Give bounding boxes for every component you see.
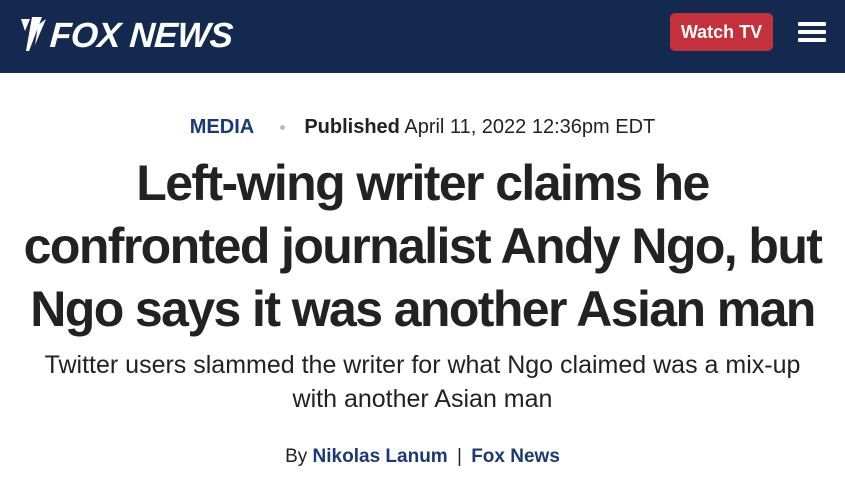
category-link[interactable]: MEDIA <box>190 116 254 138</box>
fox-logo-icon <box>21 17 46 51</box>
source-link[interactable]: Fox News <box>471 446 560 467</box>
logo-text: FOX NEWS <box>48 15 235 55</box>
article-headline: Left-wing writer claims he confronted jo… <box>23 155 823 337</box>
published-date: April 11, 2022 12:36pm EDT <box>404 116 656 138</box>
published-label: Published <box>304 116 400 138</box>
article-subheadline: Twitter users slammed the writer for wha… <box>44 351 801 413</box>
watch-tv-button[interactable]: Watch TV <box>670 13 773 51</box>
author-link[interactable]: Nikolas Lanum <box>313 446 448 467</box>
site-header: FOX NEWS Watch TV <box>0 0 845 73</box>
byline-prefix: By <box>285 446 308 467</box>
hamburger-menu-icon[interactable] <box>798 22 826 42</box>
byline-separator: | <box>456 446 462 467</box>
byline: By Nikolas Lanum | Fox News <box>0 446 845 468</box>
fox-news-logo[interactable]: FOX NEWS <box>18 13 235 57</box>
separator-dot <box>279 125 285 131</box>
article-meta: MEDIA Published April 11, 2022 12:36pm E… <box>0 116 845 139</box>
